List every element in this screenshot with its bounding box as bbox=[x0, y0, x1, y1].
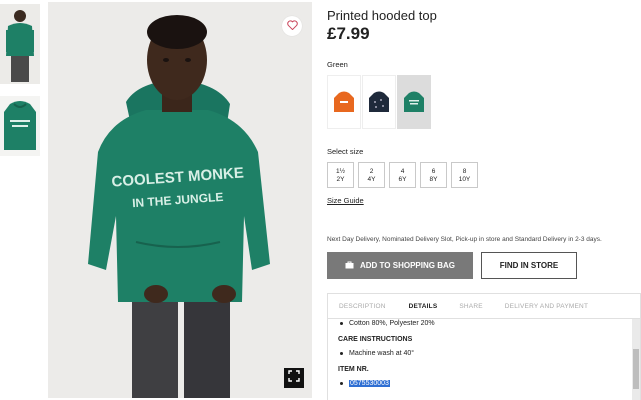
swatch-orange[interactable] bbox=[327, 75, 361, 129]
details-panel: Cotton 80%, Polyester 20% CARE INSTRUCTI… bbox=[327, 319, 641, 400]
size-line-1: 6 bbox=[431, 168, 436, 175]
tab-details[interactable]: DETAILS bbox=[409, 303, 438, 310]
delivery-info: Next Day Delivery, Nominated Delivery Sl… bbox=[327, 236, 602, 243]
swatch-green[interactable] bbox=[397, 75, 431, 129]
size-line-2: 8Y bbox=[429, 176, 438, 183]
bullet-icon bbox=[340, 321, 343, 325]
main-product-image: COOLEST MONKE IN THE JUNGLE bbox=[48, 2, 312, 398]
bullet-icon bbox=[340, 351, 343, 355]
size-line-2: 10Y bbox=[458, 176, 471, 183]
item-nr-heading: ITEM NR. bbox=[338, 366, 369, 373]
color-swatches bbox=[327, 75, 431, 129]
thumbnail-1[interactable] bbox=[0, 4, 40, 84]
size-line-1: 1½ bbox=[335, 168, 346, 175]
favorite-button[interactable] bbox=[282, 16, 302, 36]
size-option[interactable]: 2 4Y bbox=[358, 162, 385, 188]
size-line-1: 8 bbox=[462, 168, 467, 175]
color-label: Green bbox=[327, 60, 348, 69]
tab-description[interactable]: DESCRIPTION bbox=[339, 303, 386, 310]
expand-icon bbox=[288, 369, 300, 387]
size-option[interactable]: 6 8Y bbox=[420, 162, 447, 188]
composition-text: Cotton 80%, Polyester 20% bbox=[349, 320, 435, 327]
bag-icon bbox=[345, 261, 354, 271]
details-scrollbar[interactable] bbox=[632, 319, 640, 400]
item-nr: 0575530003 bbox=[340, 380, 390, 387]
size-line-1: 2 bbox=[369, 168, 374, 175]
tab-delivery-and-payment[interactable]: DELIVERY AND PAYMENT bbox=[505, 303, 588, 310]
fullscreen-button[interactable] bbox=[284, 368, 304, 388]
size-guide-link[interactable]: Size Guide bbox=[327, 196, 364, 205]
size-line-2: 6Y bbox=[398, 176, 407, 183]
bullet-icon bbox=[340, 381, 343, 385]
find-in-store-button[interactable]: FIND IN STORE bbox=[481, 252, 577, 279]
size-line-2: 2Y bbox=[336, 176, 345, 183]
heart-icon bbox=[286, 17, 298, 35]
care-heading: CARE INSTRUCTIONS bbox=[338, 336, 413, 343]
care-item-text: Machine wash at 40° bbox=[349, 350, 415, 357]
product-price: £7.99 bbox=[327, 24, 370, 43]
size-option[interactable]: 1½ 2Y bbox=[327, 162, 354, 188]
add-to-bag-label: ADD TO SHOPPING BAG bbox=[360, 261, 455, 270]
swatch-navy[interactable] bbox=[362, 75, 396, 129]
size-line-1: 4 bbox=[400, 168, 405, 175]
care-item: Machine wash at 40° bbox=[340, 350, 414, 357]
size-line-2: 4Y bbox=[367, 176, 376, 183]
thumbnail-2[interactable] bbox=[0, 96, 40, 156]
scrollbar-thumb[interactable] bbox=[633, 349, 639, 389]
product-title: Printed hooded top bbox=[327, 8, 437, 23]
size-option[interactable]: 4 6Y bbox=[389, 162, 416, 188]
tab-share[interactable]: SHARE bbox=[459, 303, 482, 310]
size-options: 1½ 2Y 2 4Y 4 6Y 6 8Y 8 10Y bbox=[327, 162, 478, 188]
item-nr-value: 0575530003 bbox=[349, 380, 390, 387]
composition-item: Cotton 80%, Polyester 20% bbox=[340, 320, 435, 327]
size-label: Select size bbox=[327, 147, 364, 156]
product-tabs: DESCRIPTION DETAILS SHARE DELIVERY AND P… bbox=[327, 293, 641, 319]
add-to-bag-button[interactable]: ADD TO SHOPPING BAG bbox=[327, 252, 473, 279]
size-option[interactable]: 8 10Y bbox=[451, 162, 478, 188]
